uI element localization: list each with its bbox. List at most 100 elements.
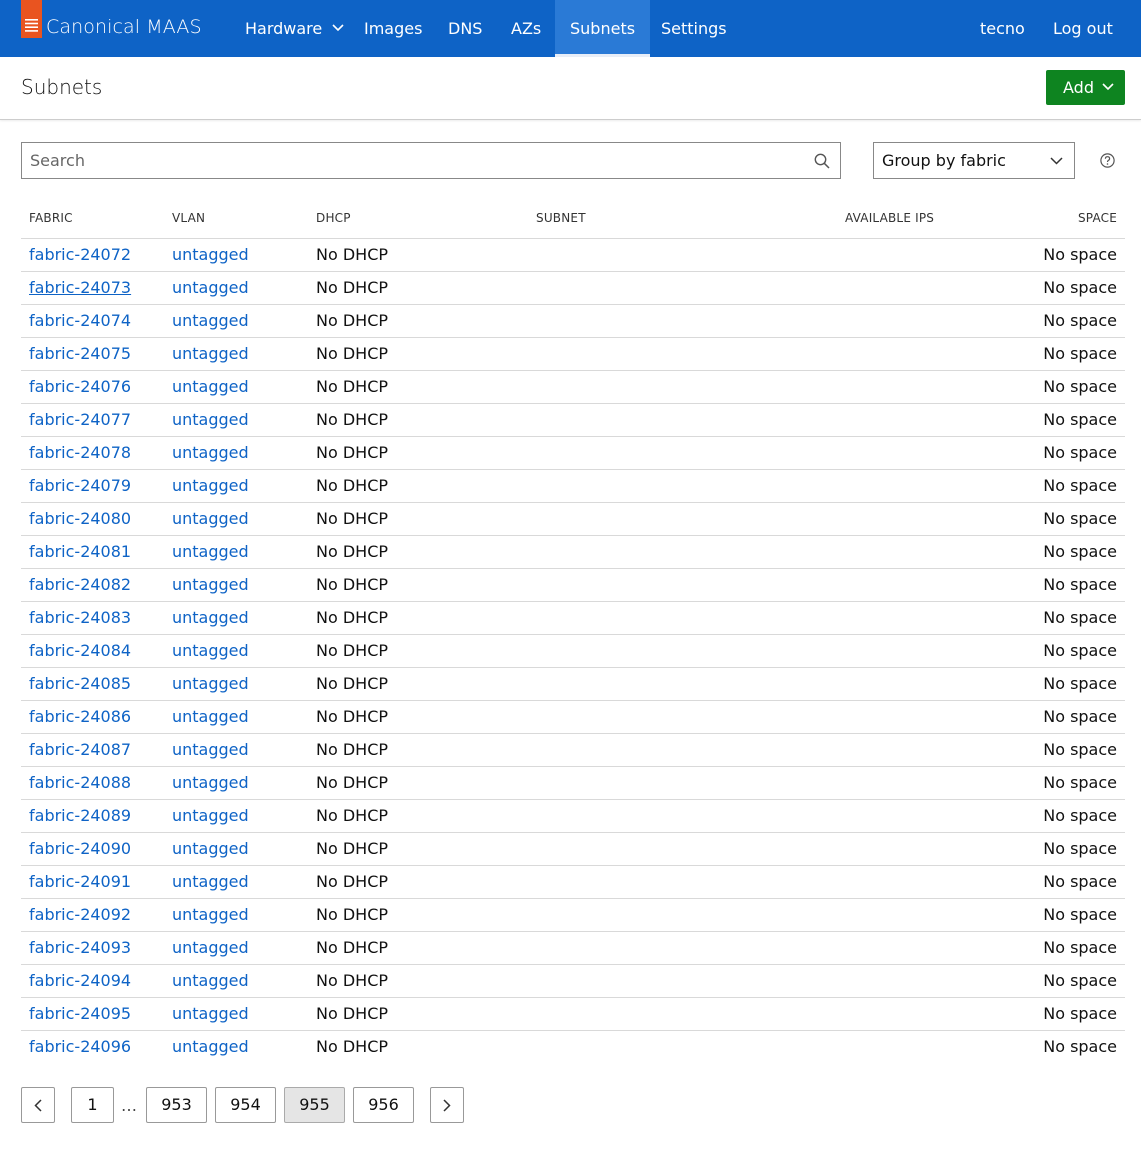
dhcp-status: No DHCP xyxy=(316,872,389,891)
vlan-link[interactable]: untagged xyxy=(172,905,249,924)
nav-azs[interactable]: AZs xyxy=(511,0,541,57)
search-box[interactable]: Search xyxy=(21,142,841,179)
space-value: No space xyxy=(1043,245,1117,264)
fabric-link[interactable]: fabric-24083 xyxy=(29,608,131,627)
vlan-link[interactable]: untagged xyxy=(172,707,249,726)
logout-link[interactable]: Log out xyxy=(1053,0,1113,57)
space-value: No space xyxy=(1043,443,1117,462)
space-value: No space xyxy=(1043,905,1117,924)
fabric-link[interactable]: fabric-24078 xyxy=(29,443,131,462)
vlan-link[interactable]: untagged xyxy=(172,839,249,858)
vlan-link[interactable]: untagged xyxy=(172,245,249,264)
vlan-link[interactable]: untagged xyxy=(172,509,249,528)
brand-name[interactable]: Canonical MAAS xyxy=(46,16,202,38)
search-input[interactable]: Search xyxy=(30,143,85,178)
vlan-link[interactable]: untagged xyxy=(172,377,249,396)
subnets-table: FABRIC VLAN DHCP SUBNET AVAILABLE IPS SP… xyxy=(21,198,1125,1063)
nav-hardware[interactable]: Hardware xyxy=(245,0,344,57)
col-subnet[interactable]: SUBNET xyxy=(536,211,586,225)
space-value: No space xyxy=(1043,608,1117,627)
vlan-link[interactable]: untagged xyxy=(172,872,249,891)
table-row: fabric-24078 untagged No DHCP No space xyxy=(21,437,1125,470)
page-button-955-current[interactable]: 955 xyxy=(284,1087,345,1123)
fabric-link[interactable]: fabric-24072 xyxy=(29,245,131,264)
fabric-link[interactable]: fabric-24086 xyxy=(29,707,131,726)
table-row: fabric-24081 untagged No DHCP No space xyxy=(21,536,1125,569)
nav-subnets[interactable]: Subnets xyxy=(555,0,651,57)
vlan-link[interactable]: untagged xyxy=(172,608,249,627)
fabric-link[interactable]: fabric-24093 xyxy=(29,938,131,957)
dhcp-status: No DHCP xyxy=(316,1037,389,1056)
group-by-select[interactable]: Group by fabric xyxy=(873,142,1075,179)
top-navbar: Canonical MAAS Hardware Images DNS AZs S… xyxy=(0,0,1141,57)
fabric-link[interactable]: fabric-24075 xyxy=(29,344,131,363)
fabric-link[interactable]: fabric-24074 xyxy=(29,311,131,330)
search-icon[interactable] xyxy=(814,153,830,169)
help-icon[interactable] xyxy=(1100,153,1115,168)
fabric-link[interactable]: fabric-24087 xyxy=(29,740,131,759)
vlan-link[interactable]: untagged xyxy=(172,740,249,759)
page-button-954[interactable]: 954 xyxy=(215,1087,276,1123)
table-row: fabric-24088 untagged No DHCP No space xyxy=(21,767,1125,800)
vlan-link[interactable]: untagged xyxy=(172,311,249,330)
fabric-link[interactable]: fabric-24073 xyxy=(29,278,131,297)
table-row: fabric-24091 untagged No DHCP No space xyxy=(21,866,1125,899)
fabric-link[interactable]: fabric-24081 xyxy=(29,542,131,561)
fabric-link[interactable]: fabric-24095 xyxy=(29,1004,131,1023)
col-dhcp[interactable]: DHCP xyxy=(316,211,351,225)
vlan-link[interactable]: untagged xyxy=(172,410,249,429)
add-button[interactable]: Add xyxy=(1046,70,1125,105)
vlan-link[interactable]: untagged xyxy=(172,476,249,495)
fabric-link[interactable]: fabric-24090 xyxy=(29,839,131,858)
fabric-link[interactable]: fabric-24084 xyxy=(29,641,131,660)
prev-page-button[interactable] xyxy=(21,1087,55,1123)
nav-settings[interactable]: Settings xyxy=(661,0,727,57)
fabric-link[interactable]: fabric-24085 xyxy=(29,674,131,693)
table-row: fabric-24072 untagged No DHCP No space xyxy=(21,239,1125,272)
next-page-button[interactable] xyxy=(430,1087,464,1123)
vlan-link[interactable]: untagged xyxy=(172,971,249,990)
page-button-956[interactable]: 956 xyxy=(353,1087,414,1123)
fabric-link[interactable]: fabric-24088 xyxy=(29,773,131,792)
page-button-1[interactable]: 1 xyxy=(71,1087,114,1123)
dhcp-status: No DHCP xyxy=(316,905,389,924)
fabric-link[interactable]: fabric-24092 xyxy=(29,905,131,924)
space-value: No space xyxy=(1043,410,1117,429)
space-value: No space xyxy=(1043,707,1117,726)
fabric-link[interactable]: fabric-24080 xyxy=(29,509,131,528)
nav-dns[interactable]: DNS xyxy=(448,0,482,57)
fabric-link[interactable]: fabric-24091 xyxy=(29,872,131,891)
vlan-link[interactable]: untagged xyxy=(172,674,249,693)
vlan-link[interactable]: untagged xyxy=(172,443,249,462)
table-row: fabric-24076 untagged No DHCP No space xyxy=(21,371,1125,404)
fabric-link[interactable]: fabric-24096 xyxy=(29,1037,131,1056)
vlan-link[interactable]: untagged xyxy=(172,542,249,561)
vlan-link[interactable]: untagged xyxy=(172,641,249,660)
nav-user[interactable]: tecno xyxy=(980,0,1025,57)
maas-logo-icon[interactable] xyxy=(21,0,42,38)
vlan-link[interactable]: untagged xyxy=(172,806,249,825)
col-fabric[interactable]: FABRIC xyxy=(29,211,73,225)
col-space[interactable]: SPACE xyxy=(1078,211,1117,225)
fabric-link[interactable]: fabric-24094 xyxy=(29,971,131,990)
vlan-link[interactable]: untagged xyxy=(172,344,249,363)
fabric-link[interactable]: fabric-24079 xyxy=(29,476,131,495)
vlan-link[interactable]: untagged xyxy=(172,938,249,957)
fabric-link[interactable]: fabric-24082 xyxy=(29,575,131,594)
col-available-ips[interactable]: AVAILABLE IPS xyxy=(845,211,934,225)
chevron-down-icon xyxy=(1050,157,1063,165)
vlan-link[interactable]: untagged xyxy=(172,278,249,297)
page-button-953[interactable]: 953 xyxy=(146,1087,207,1123)
nav-images[interactable]: Images xyxy=(364,0,422,57)
vlan-link[interactable]: untagged xyxy=(172,773,249,792)
vlan-link[interactable]: untagged xyxy=(172,1004,249,1023)
vlan-link[interactable]: untagged xyxy=(172,1037,249,1056)
dhcp-status: No DHCP xyxy=(316,278,389,297)
fabric-link[interactable]: fabric-24089 xyxy=(29,806,131,825)
fabric-link[interactable]: fabric-24077 xyxy=(29,410,131,429)
fabric-link[interactable]: fabric-24076 xyxy=(29,377,131,396)
table-row: fabric-24085 untagged No DHCP No space xyxy=(21,668,1125,701)
vlan-link[interactable]: untagged xyxy=(172,575,249,594)
col-vlan[interactable]: VLAN xyxy=(172,211,205,225)
dhcp-status: No DHCP xyxy=(316,839,389,858)
